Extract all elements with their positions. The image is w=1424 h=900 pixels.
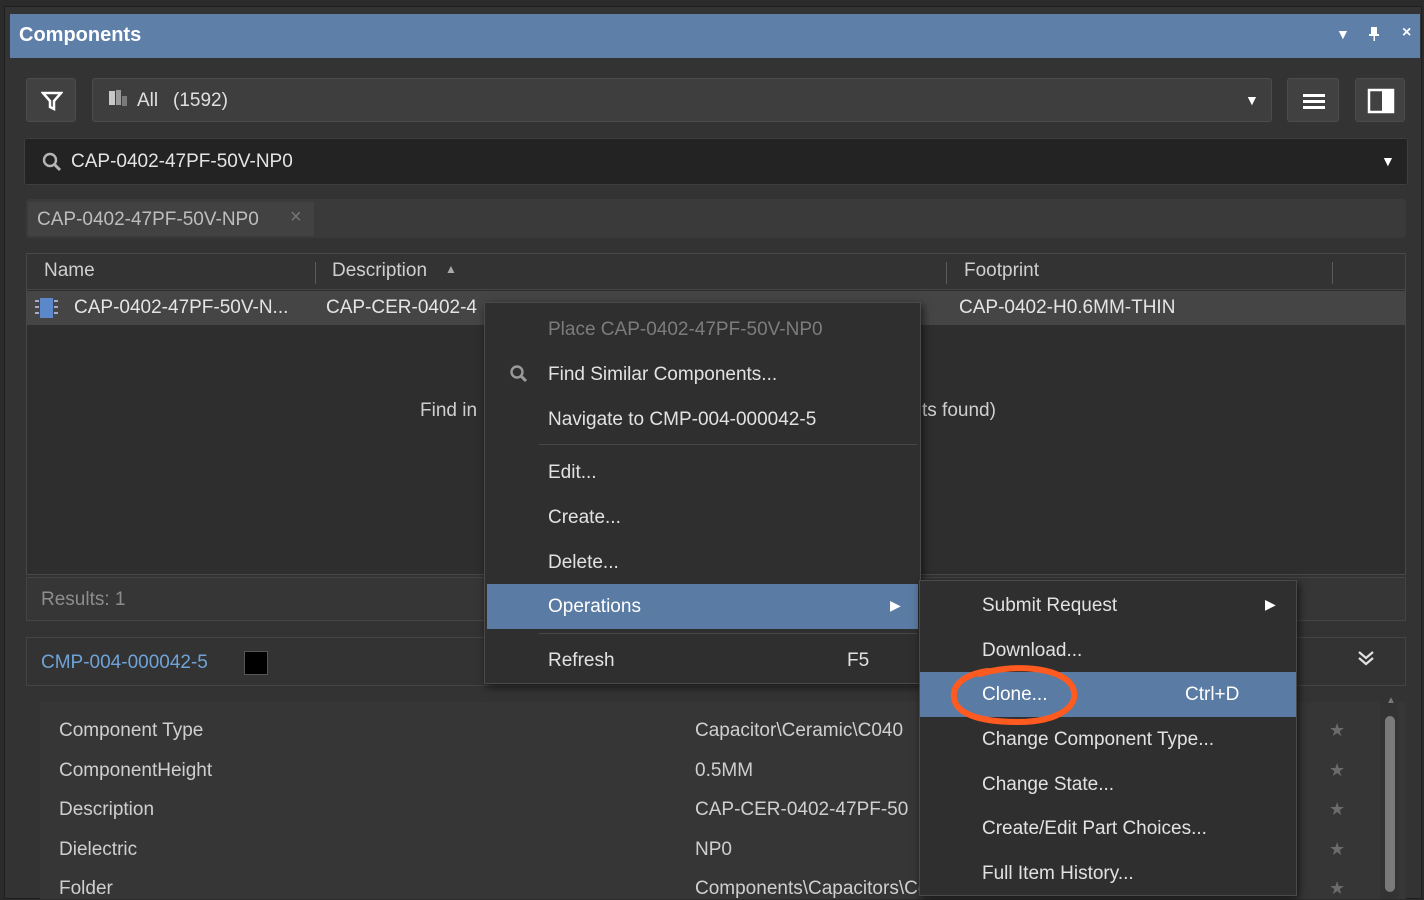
funnel-icon <box>41 91 63 112</box>
submenu-item-part-choices[interactable]: Create/Edit Part Choices... <box>920 806 1296 851</box>
search-icon <box>510 365 528 383</box>
filter-button[interactable] <box>26 78 76 122</box>
filter-count: (1592) <box>173 90 228 111</box>
property-name: Description <box>59 799 155 820</box>
context-menu: Place CAP-0402-47PF-50V-NP0 Find Similar… <box>484 302 921 684</box>
component-chip-icon <box>35 298 58 318</box>
library-icon <box>109 90 127 106</box>
property-value: CAP-CER-0402-47PF-50 <box>695 799 909 820</box>
search-icon <box>42 152 62 172</box>
column-header-footprint[interactable]: Footprint <box>964 260 1039 282</box>
search-history-chevron-icon[interactable]: ▼ <box>1381 153 1395 169</box>
search-input[interactable]: CAP-0402-47PF-50V-NP0 ▼ <box>24 138 1408 185</box>
find-in-text: Find in <box>420 400 478 421</box>
menu-item-place[interactable]: Place CAP-0402-47PF-50V-NP0 <box>485 307 920 352</box>
menu-separator <box>539 444 917 445</box>
menu-item-label: Navigate to CMP-004-000042-5 <box>548 409 817 430</box>
menu-item-navigate[interactable]: Navigate to CMP-004-000042-5 <box>485 397 920 442</box>
scroll-up-icon[interactable]: ▲ <box>1386 695 1396 706</box>
menu-separator <box>539 633 917 634</box>
menu-item-label: Submit Request <box>982 595 1118 616</box>
menu-item-label: Change State... <box>982 774 1115 795</box>
library-filter-combo[interactable]: All (1592) ▼ <box>92 78 1272 122</box>
column-divider[interactable] <box>315 262 316 284</box>
operations-submenu: Submit Request ▶ Download... Clone... Ct… <box>919 580 1297 896</box>
list-view-button[interactable] <box>1287 78 1339 122</box>
scrollbar-thumb[interactable] <box>1385 716 1395 892</box>
submenu-arrow-icon: ▶ <box>1265 596 1276 612</box>
property-name: Dielectric <box>59 839 138 860</box>
submenu-item-submit-request[interactable]: Submit Request ▶ <box>920 583 1296 628</box>
menu-item-refresh[interactable]: Refresh F5 <box>485 638 920 683</box>
menu-item-edit[interactable]: Edit... <box>485 450 920 495</box>
highlight-circle-annotation <box>950 665 1078 726</box>
close-icon[interactable]: × <box>1402 24 1411 42</box>
submenu-arrow-icon: ▶ <box>890 597 901 613</box>
hamburger-icon <box>1303 94 1325 109</box>
favorite-star-icon[interactable]: ★ <box>1329 760 1345 781</box>
submenu-item-change-state[interactable]: Change State... <box>920 762 1296 807</box>
submenu-item-history[interactable]: Full Item History... <box>920 851 1296 896</box>
menu-item-label: Create/Edit Part Choices... <box>982 818 1207 839</box>
property-name: ComponentHeight <box>59 760 213 781</box>
menu-item-delete[interactable]: Delete... <box>485 540 920 585</box>
property-value: Capacitor\Ceramic\C040 <box>695 720 904 741</box>
panel-menu-icon[interactable]: ▼ <box>1336 26 1350 42</box>
results-count: Results: 1 <box>41 589 126 610</box>
column-divider[interactable] <box>946 262 947 284</box>
panel-titlebar: Components ▼ × <box>10 14 1420 58</box>
menu-item-label: Full Item History... <box>982 863 1134 884</box>
collapse-icon[interactable] <box>1356 648 1376 674</box>
property-name: Component Type <box>59 720 204 741</box>
menu-item-label: Change Component Type... <box>982 729 1215 750</box>
menu-item-label: Download... <box>982 640 1083 661</box>
cell-footprint: CAP-0402-H0.6MM-THIN <box>959 297 1176 318</box>
column-header-description[interactable]: Description <box>332 260 427 282</box>
search-value: CAP-0402-47PF-50V-NP0 <box>71 151 293 172</box>
filter-chip-label: CAP-0402-47PF-50V-NP0 <box>37 209 259 230</box>
property-value: NP0 <box>695 839 732 860</box>
property-name: Folder <box>59 878 113 899</box>
menu-item-shortcut: F5 <box>847 650 870 671</box>
column-divider[interactable] <box>1332 262 1333 284</box>
menu-item-operations[interactable]: Operations ▶ <box>487 584 918 629</box>
menu-item-find-similar[interactable]: Find Similar Components... <box>485 352 920 397</box>
sort-ascending-icon: ▲ <box>445 262 457 276</box>
column-header-name[interactable]: Name <box>44 260 95 282</box>
menu-item-shortcut: Ctrl+D <box>1185 684 1240 705</box>
chip-remove-icon[interactable]: × <box>290 206 302 229</box>
favorite-star-icon[interactable]: ★ <box>1329 720 1345 741</box>
favorite-star-icon[interactable]: ★ <box>1329 839 1345 860</box>
menu-item-label: Operations <box>548 596 641 617</box>
menu-item-label: Delete... <box>548 552 619 573</box>
split-view-icon <box>1367 88 1395 114</box>
favorite-star-icon[interactable]: ★ <box>1329 878 1345 899</box>
menu-item-label: Edit... <box>548 462 597 483</box>
panel-title: Components <box>19 24 142 46</box>
chevron-down-icon[interactable]: ▼ <box>1245 92 1259 108</box>
details-pane-button[interactable] <box>1355 78 1405 122</box>
filter-label: All <box>137 90 159 111</box>
pin-icon[interactable] <box>1368 26 1380 45</box>
menu-item-label: Refresh <box>548 650 615 671</box>
results-found-text: ts found) <box>922 400 996 421</box>
color-swatch <box>244 651 268 675</box>
menu-item-create[interactable]: Create... <box>485 495 920 540</box>
component-id-link[interactable]: CMP-004-000042-5 <box>41 652 208 674</box>
cell-description: CAP-CER-0402-4 <box>326 297 477 318</box>
menu-item-label: Create... <box>548 507 621 528</box>
cell-name: CAP-0402-47PF-50V-N... <box>74 297 289 318</box>
property-value: 0.5MM <box>695 760 754 781</box>
menu-item-label: Place CAP-0402-47PF-50V-NP0 <box>548 319 823 340</box>
menu-item-label: Find Similar Components... <box>548 364 778 385</box>
grid-header: Name Description ▲ Footprint <box>27 254 1405 290</box>
filter-chip[interactable]: CAP-0402-47PF-50V-NP0 × <box>28 202 314 236</box>
favorite-star-icon[interactable]: ★ <box>1329 799 1345 820</box>
